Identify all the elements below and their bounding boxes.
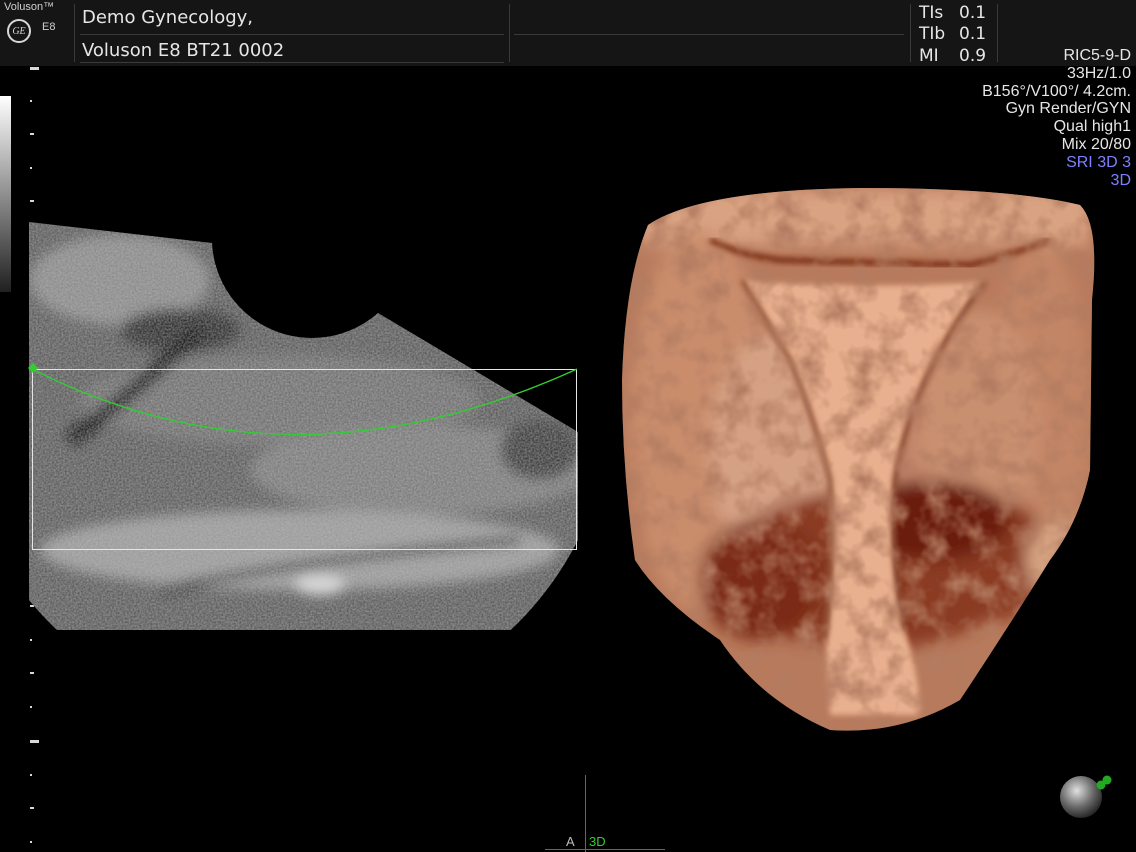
- orientation-sphere-icon[interactable]: [1050, 770, 1120, 830]
- axis-a-label: A: [566, 834, 575, 849]
- axis-3d-label: 3D: [589, 834, 606, 849]
- volume-render: [622, 188, 1095, 731]
